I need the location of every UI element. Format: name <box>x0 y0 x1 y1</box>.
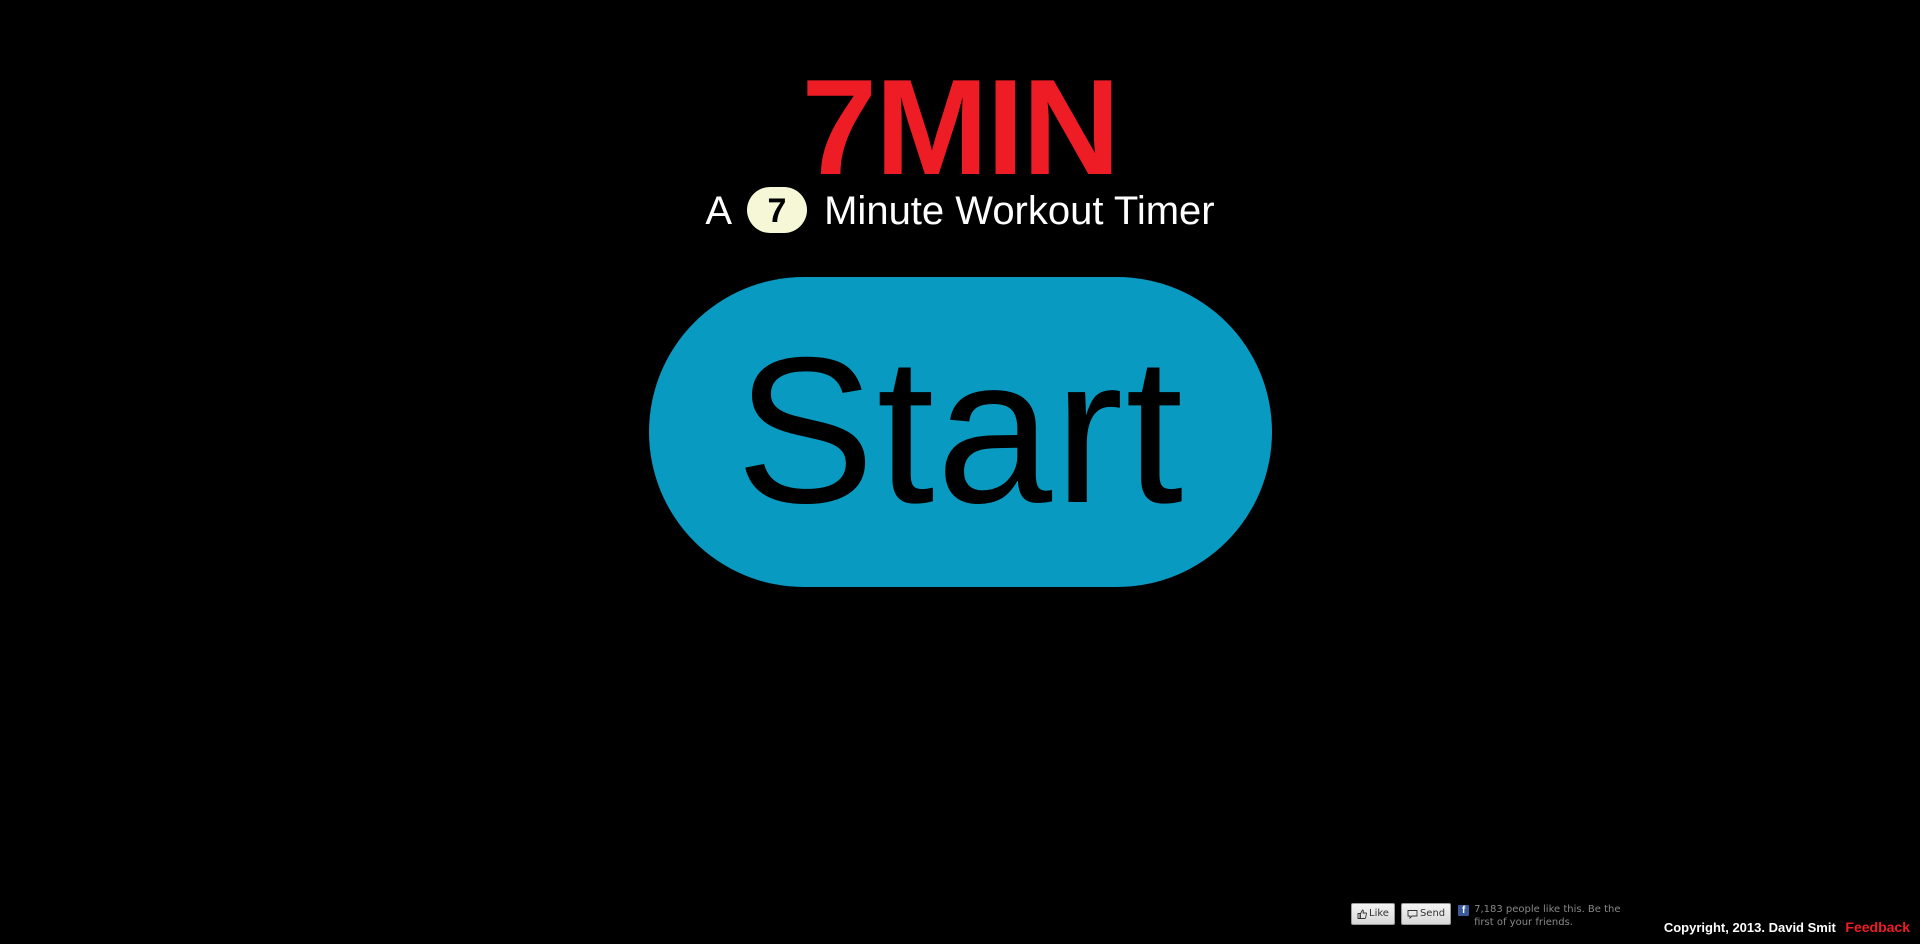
facebook-like-widget: Like Send f 7,183 people like this. Be t… <box>1351 903 1626 929</box>
subtitle-prefix: A <box>705 189 730 233</box>
footer: Copyright, 2013. David Smit Feedback <box>1664 918 1910 937</box>
app-logo: 7MIN <box>801 51 1121 203</box>
subtitle-suffix: Minute Workout Timer <box>824 189 1215 233</box>
page-subtitle: A 7 Minute Workout Timer <box>0 184 1920 238</box>
like-label: Like <box>1369 908 1389 919</box>
copyright-text: Copyright, 2013. David Smit <box>1663 920 1836 935</box>
facebook-like-button[interactable]: Like <box>1351 903 1395 925</box>
page: 7MIN A 7 Minute Workout Timer Start Like… <box>0 0 1920 944</box>
speech-bubble-icon <box>1407 909 1418 919</box>
facebook-like-count: f 7,183 people like this. Be the first o… <box>1458 903 1626 929</box>
facebook-send-button[interactable]: Send <box>1400 903 1452 925</box>
minutes-badge: 7 <box>746 187 807 234</box>
send-label: Send <box>1419 908 1446 919</box>
feedback-link[interactable]: Feedback <box>1845 919 1910 935</box>
facebook-icon: f <box>1458 905 1470 916</box>
like-count-text: 7,183 people like this. Be the first of … <box>1474 904 1621 928</box>
start-button[interactable]: Start <box>649 277 1272 587</box>
thumbs-up-icon <box>1357 909 1367 919</box>
